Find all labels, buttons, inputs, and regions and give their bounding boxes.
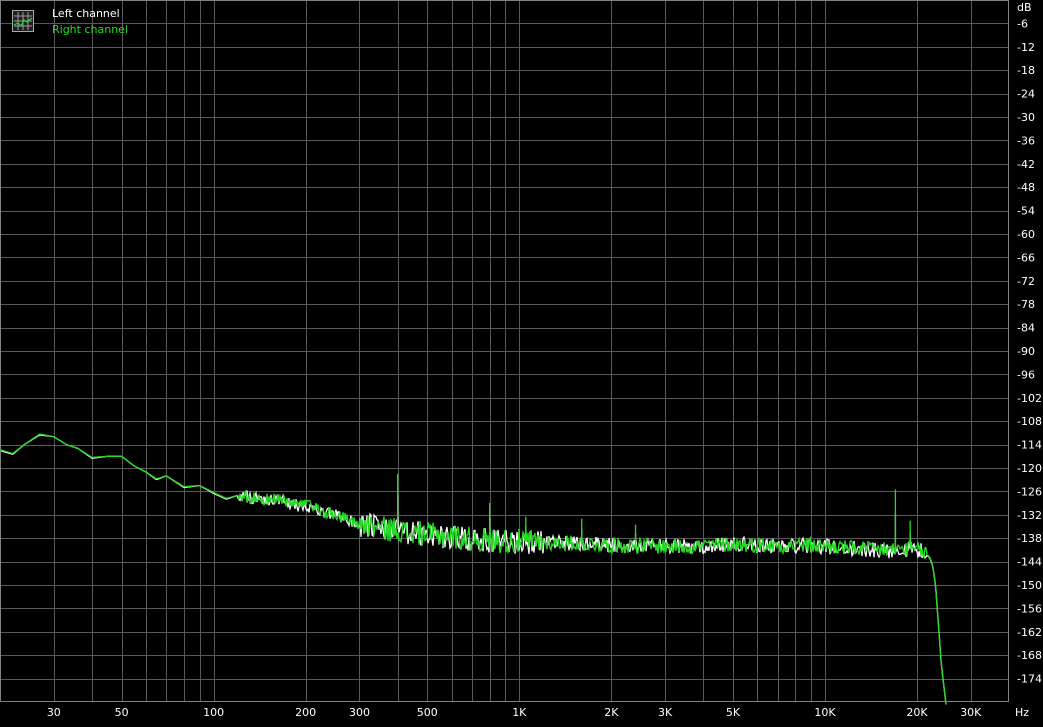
spectrum-chart-svg: -6 -12 -18 -24 -30 -36 -42 -48 -54 -60 -66 -72 -78 -8… [0,0,1043,722]
chart-background [0,0,1043,722]
y-tick-label: -102 [1017,392,1042,405]
y-tick-label: -42 [1017,158,1035,171]
x-tick-label: 500 [417,706,438,719]
y-tick-label: -90 [1017,345,1035,358]
y-tick-label: -174 [1017,673,1042,686]
y-tick-label: -12 [1017,41,1035,54]
legend-left-channel: Left channel [52,7,120,20]
y-tick-label: -162 [1017,626,1042,639]
x-tick-label: 30 [47,706,61,719]
x-tick-label: 3K [658,706,673,719]
y-tick-label: -66 [1017,251,1035,264]
y-tick-label: -78 [1017,298,1035,311]
y-tick-label: -30 [1017,111,1035,124]
y-tick-label: -114 [1017,439,1042,452]
y-tick-label: -138 [1017,532,1042,545]
y-tick-label: -132 [1017,509,1042,522]
y-tick-label: -18 [1017,64,1035,77]
y-tick-label: -96 [1017,368,1035,381]
x-axis-unit-label: Hz [1015,706,1029,719]
y-tick-label: -48 [1017,181,1035,194]
x-tick-label: 2K [604,706,619,719]
x-tick-label: 5K [726,706,741,719]
y-tick-label: -156 [1017,602,1042,615]
x-tick-label: 1K [512,706,527,719]
y-tick-label: -36 [1017,134,1035,147]
x-tick-label: 10K [814,706,836,719]
y-tick-label: -24 [1017,88,1035,101]
x-tick-label: 20K [906,706,928,719]
y-tick-label: -150 [1017,579,1042,592]
x-tick-label: 50 [115,706,129,719]
y-tick-label: -120 [1017,462,1042,475]
x-tick-label: 300 [349,706,370,719]
x-tick-label: 30K [960,706,982,719]
y-tick-label: -54 [1017,205,1035,218]
y-tick-label: -60 [1017,228,1035,241]
y-tick-label: -108 [1017,415,1042,428]
y-tick-label: -168 [1017,649,1042,662]
y-tick-label: -84 [1017,322,1035,335]
y-tick-label: -126 [1017,485,1042,498]
spectrum-plot: -6 -12 -18 -24 -30 -36 -42 -48 -54 -60 -66 -72 -78 -8… [0,0,1043,722]
legend-right-channel: Right channel [52,23,128,36]
y-axis-unit-label: dB [1017,1,1032,14]
x-tick-label: 200 [295,706,316,719]
x-tick-label: 100 [203,706,224,719]
y-tick-label: -144 [1017,556,1042,569]
y-tick-label: -72 [1017,275,1035,288]
legend-chart-icon[interactable] [12,10,34,32]
y-tick-label: -6 [1017,17,1028,30]
grid-chart-icon-graphic [13,12,33,30]
